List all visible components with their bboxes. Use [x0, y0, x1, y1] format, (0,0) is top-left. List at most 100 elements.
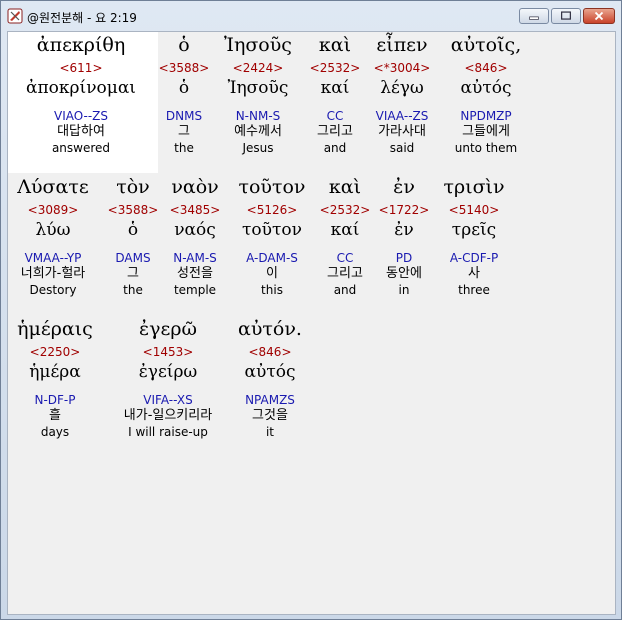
- english-gloss: three: [458, 283, 490, 297]
- lemma: ὁ: [127, 220, 139, 240]
- english-gloss: Jesus: [242, 141, 274, 155]
- lemma: αὐτός: [244, 362, 296, 382]
- word-0-3[interactable]: καὶ <2532> καί CC 그리고 and: [305, 34, 365, 155]
- korean-gloss: 이: [266, 266, 278, 281]
- parsing-code: VIFA--XS: [143, 393, 193, 407]
- korean-gloss: 그들에게: [462, 124, 510, 139]
- korean-gloss: 그리고: [317, 124, 353, 139]
- strongs-number[interactable]: <2532>: [314, 203, 376, 217]
- english-gloss: this: [261, 283, 283, 297]
- word-0-2[interactable]: Ἰησοῦς <2424> Ἰησοῦς N-NM-S 예수께서 Jesus: [220, 34, 296, 155]
- english-gloss: the: [174, 141, 194, 155]
- lemma: τοῦτον: [242, 220, 302, 240]
- strongs-number[interactable]: <2424>: [220, 61, 296, 75]
- strongs-number[interactable]: <5126>: [232, 203, 312, 217]
- english-gloss: days: [40, 425, 70, 439]
- lemma: ἐγείρω: [138, 362, 198, 382]
- greek-word: ἐν: [393, 176, 415, 198]
- korean-gloss: 내가-일으키리라: [123, 408, 213, 423]
- lemma: αὐτός: [460, 78, 512, 98]
- word-1-0[interactable]: Λύσατε <3089> λύω VMAA--YP 너희가-헐라 Destor…: [10, 176, 96, 297]
- word-0-1[interactable]: ὁ <3588> ὁ DNMS 그 the: [154, 34, 214, 155]
- lemma: ἐν: [394, 220, 414, 240]
- strongs-number[interactable]: <2532>: [305, 61, 365, 75]
- korean-gloss: 그리고: [327, 266, 363, 281]
- english-gloss: the: [123, 283, 143, 297]
- word-0-0[interactable]: ἀπεκρίθη <611> ἀποκρίνομαι VIAO--ZS 대답하여…: [11, 34, 151, 155]
- korean-gloss: 가라사대: [378, 124, 426, 139]
- word-2-0[interactable]: ἡμέραις <2250> ἡμέρα N-DF-P 흘 days: [10, 318, 100, 439]
- korean-gloss: 너희가-헐라: [20, 266, 86, 281]
- word-1-5[interactable]: ἐν <1722> ἐν PD 동안에 in: [374, 176, 434, 297]
- greek-word: ἡμέραις: [17, 318, 93, 340]
- window-title: @원전분해 - 요 2:19: [27, 11, 137, 25]
- app-icon[interactable]: [7, 8, 23, 24]
- english-gloss: temple: [173, 283, 217, 297]
- word-1-2[interactable]: ναὸν <3485> ναός N-AM-S 성전을 temple: [164, 176, 226, 297]
- greek-word: ὁ: [178, 34, 190, 56]
- english-gloss: answered: [51, 141, 111, 155]
- word-0-4[interactable]: εἶπεν <*3004> λέγω VIAA--ZS 가라사대 said: [366, 34, 438, 155]
- parsing-code: VIAA--ZS: [375, 109, 429, 123]
- word-1-6[interactable]: τρισὶν <5140> τρεῖς A-CDF-P 사 three: [436, 176, 512, 297]
- greek-word: Ἰησοῦς: [224, 34, 292, 56]
- parsing-code: VMAA--YP: [24, 251, 82, 265]
- parsing-code: PD: [395, 251, 413, 265]
- word-1-3[interactable]: τοῦτον <5126> τοῦτον A-DAM-S 이 this: [232, 176, 312, 297]
- app-window: @원전분해 - 요 2:19 ἀπεκρίθη <611> ἀποκρίνομα…: [0, 0, 622, 620]
- english-gloss: and: [323, 141, 347, 155]
- lemma: τρεῖς: [451, 220, 497, 240]
- greek-word: ναὸν: [171, 176, 219, 198]
- parsing-code: A-DAM-S: [246, 251, 298, 265]
- english-gloss: said: [389, 141, 415, 155]
- korean-gloss: 그것을: [252, 408, 288, 423]
- minimize-icon: [529, 16, 539, 20]
- maximize-button[interactable]: [551, 8, 581, 24]
- strongs-number[interactable]: <1453>: [108, 345, 228, 359]
- english-gloss: unto them: [454, 141, 518, 155]
- lemma: ἡμέρα: [29, 362, 81, 382]
- title-bar[interactable]: @원전분해 - 요 2:19: [1, 1, 621, 31]
- close-icon: [594, 11, 604, 21]
- greek-word: ἐγερῶ: [138, 318, 198, 340]
- parsing-code: DAMS: [115, 251, 151, 265]
- english-gloss: it: [265, 425, 275, 439]
- greek-word: ἀπεκρίθη: [36, 34, 126, 56]
- parsing-code: NPDMZP: [460, 109, 512, 123]
- interlinear-pane[interactable]: ἀπεκρίθη <611> ἀποκρίνομαι VIAO--ZS 대답하여…: [7, 31, 616, 615]
- strongs-number[interactable]: <611>: [11, 61, 151, 75]
- strongs-number[interactable]: <846>: [230, 345, 310, 359]
- parsing-code: NPAMZS: [245, 393, 295, 407]
- strongs-number[interactable]: <3588>: [154, 61, 214, 75]
- parsing-code: A-CDF-P: [449, 251, 499, 265]
- lemma: καί: [320, 78, 350, 98]
- korean-gloss: 그: [178, 124, 190, 139]
- word-2-2[interactable]: αὐτόν. <846> αὐτός NPAMZS 그것을 it: [230, 318, 310, 439]
- close-button[interactable]: [583, 8, 615, 24]
- strongs-number[interactable]: <1722>: [374, 203, 434, 217]
- korean-gloss: 예수께서: [234, 124, 282, 139]
- strongs-number[interactable]: <2250>: [10, 345, 100, 359]
- english-gloss: and: [333, 283, 357, 297]
- strongs-number[interactable]: <3089>: [10, 203, 96, 217]
- lemma: ὁ: [178, 78, 190, 98]
- greek-word: αὐτόν.: [238, 318, 302, 340]
- strongs-number[interactable]: <846>: [444, 61, 528, 75]
- parsing-code: N-AM-S: [173, 251, 217, 265]
- word-1-4[interactable]: καὶ <2532> καί CC 그리고 and: [314, 176, 376, 297]
- lemma: λέγω: [380, 78, 424, 98]
- strongs-number[interactable]: <*3004>: [366, 61, 438, 75]
- english-gloss: Destory: [29, 283, 77, 297]
- maximize-icon: [561, 11, 571, 20]
- strongs-number[interactable]: <3485>: [164, 203, 226, 217]
- parsing-code: CC: [326, 109, 344, 123]
- word-1-1[interactable]: τὸν <3588> ὁ DAMS 그 the: [102, 176, 164, 297]
- korean-gloss: 그: [127, 266, 139, 281]
- strongs-number[interactable]: <3588>: [102, 203, 164, 217]
- english-gloss: in: [398, 283, 410, 297]
- word-0-5[interactable]: αὐτοῖς, <846> αὐτός NPDMZP 그들에게 unto the…: [444, 34, 528, 155]
- word-2-1[interactable]: ἐγερῶ <1453> ἐγείρω VIFA--XS 내가-일으키리라 I …: [108, 318, 228, 439]
- korean-gloss: 동안에: [386, 266, 422, 281]
- minimize-button[interactable]: [519, 8, 549, 24]
- strongs-number[interactable]: <5140>: [436, 203, 512, 217]
